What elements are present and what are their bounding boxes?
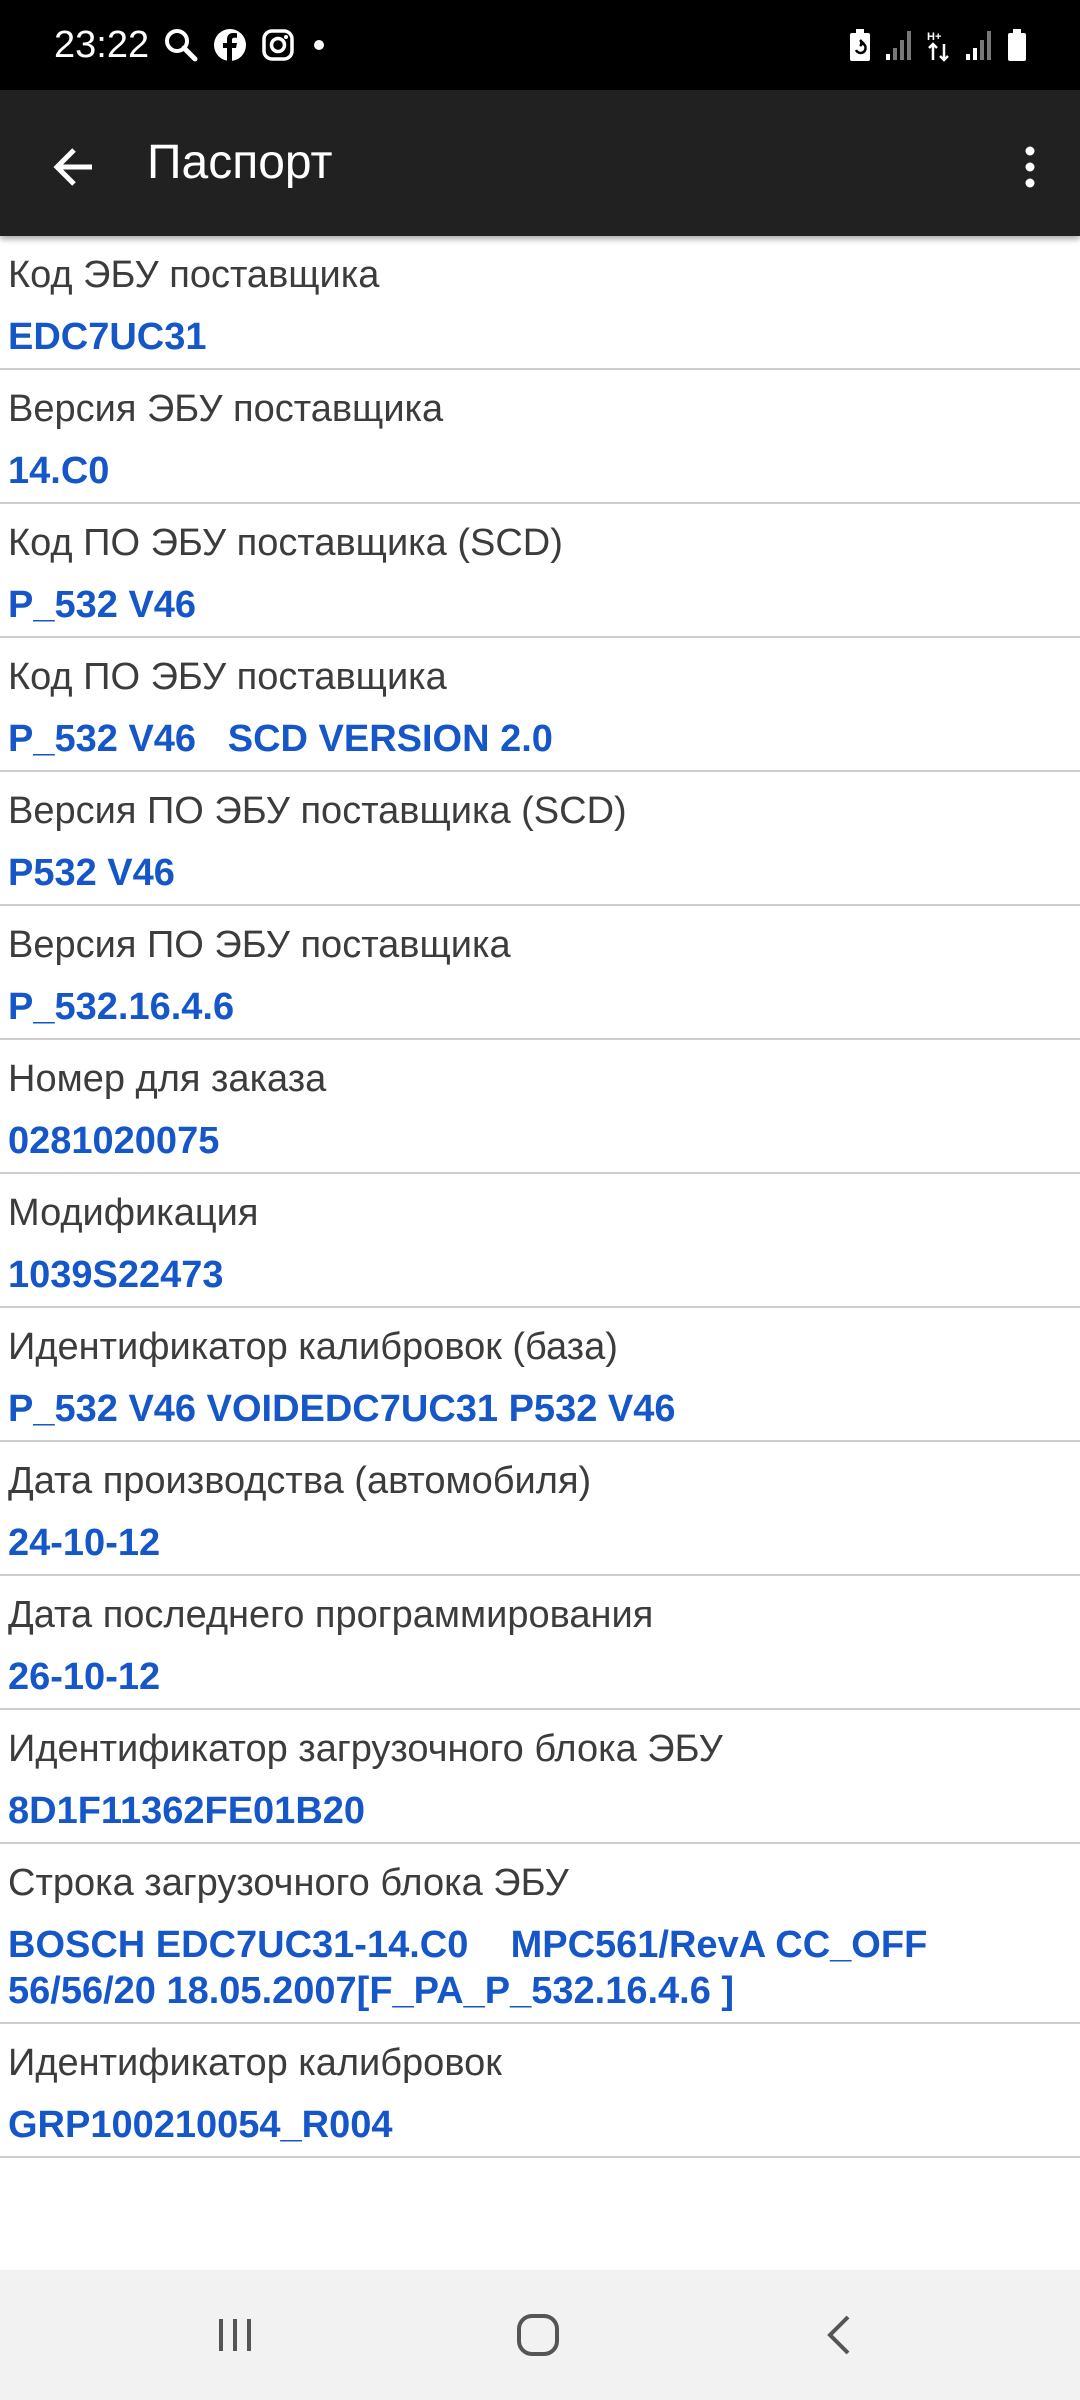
home-button[interactable] xyxy=(488,2290,588,2380)
item-value: 8D1F11362FE01B20 xyxy=(8,1790,366,1832)
more-vertical-icon xyxy=(1025,146,1035,188)
list-item[interactable]: Идентификатор калибровок (база) P_532 V4… xyxy=(0,1308,1080,1442)
list-item[interactable]: Идентификатор загрузочного блока ЭБУ 8D1… xyxy=(0,1710,1080,1844)
item-label: Код ПО ЭБУ поставщика xyxy=(8,656,447,698)
list-item[interactable]: Код ПО ЭБУ поставщика P_532 V46 SCD VERS… xyxy=(0,638,1080,772)
dot-icon xyxy=(314,40,324,50)
list-item[interactable]: Строка загрузочного блока ЭБУ BOSCH EDC7… xyxy=(0,1844,1080,2024)
svg-text:H+: H+ xyxy=(927,31,941,43)
arrow-left-icon xyxy=(53,148,92,186)
item-value: 1039S22473 xyxy=(8,1254,224,1296)
recent-apps-icon xyxy=(219,2319,251,2351)
instagram-icon xyxy=(262,29,294,61)
status-bar: 23:22 H+ xyxy=(0,0,1080,90)
item-label: Код ЭБУ поставщика xyxy=(8,254,380,296)
item-value: P_532 V46 VOIDEDC7UC31 P532 V46 xyxy=(8,1388,676,1430)
search-icon xyxy=(165,29,198,62)
list-item[interactable]: Дата производства (автомобиля) 24-10-12 xyxy=(0,1442,1080,1576)
signal-icon xyxy=(886,31,911,60)
item-label: Версия ПО ЭБУ поставщика xyxy=(8,924,511,966)
item-value: 24-10-12 xyxy=(8,1522,161,1564)
item-label: Строка загрузочного блока ЭБУ xyxy=(8,1862,569,1904)
list-item[interactable]: Номер для заказа 0281020075 xyxy=(0,1040,1080,1174)
item-value: 14.C0 xyxy=(8,450,110,492)
list-item[interactable]: Версия ПО ЭБУ поставщика P_532.16.4.6 xyxy=(0,906,1080,1040)
item-value: GRP100210054_R004 xyxy=(8,2104,393,2146)
page-title: Паспорт xyxy=(147,136,333,189)
facebook-icon xyxy=(214,29,246,62)
item-label: Дата производства (автомобиля) xyxy=(8,1460,592,1502)
item-label: Дата последнего программирования xyxy=(8,1594,654,1636)
list-item[interactable]: Идентификатор калибровок GRP100210054_R0… xyxy=(0,2024,1080,2158)
item-value: EDC7UC31 xyxy=(8,316,207,358)
item-value: P_532 V46 xyxy=(8,584,197,626)
item-label: Код ПО ЭБУ поставщика (SCD) xyxy=(8,522,563,564)
item-value: P_532.16.4.6 xyxy=(8,986,235,1028)
status-time: 23:22 xyxy=(54,24,150,66)
app-bar: Паспорт xyxy=(0,90,1080,236)
list-item[interactable]: Модификация 1039S22473 xyxy=(0,1174,1080,1308)
home-icon xyxy=(517,2314,559,2356)
list-item[interactable]: Версия ЭБУ поставщика 14.C0 xyxy=(0,370,1080,504)
battery-icon xyxy=(1008,29,1026,61)
navigation-bar xyxy=(0,2270,1080,2400)
nav-back-button[interactable] xyxy=(790,2290,890,2380)
recent-apps-button[interactable] xyxy=(185,2290,285,2380)
item-label: Модификация xyxy=(8,1192,259,1234)
item-value: 26-10-12 xyxy=(8,1656,161,1698)
item-label: Номер для заказа xyxy=(8,1058,327,1100)
item-label: Версия ПО ЭБУ поставщика (SCD) xyxy=(8,790,627,832)
overflow-menu-button[interactable] xyxy=(994,123,1066,211)
list-item[interactable]: Код ПО ЭБУ поставщика (SCD) P_532 V46 xyxy=(0,504,1080,638)
back-icon xyxy=(827,2315,850,2355)
list-item[interactable]: Версия ПО ЭБУ поставщика (SCD) P532 V46 xyxy=(0,772,1080,906)
list-item[interactable]: Код ЭБУ поставщика EDC7UC31 xyxy=(0,236,1080,370)
data-arrows-icon: H+ xyxy=(927,31,949,62)
passport-list[interactable]: Код ЭБУ поставщика EDC7UC31 Версия ЭБУ п… xyxy=(0,236,1080,2270)
item-label: Идентификатор калибровок xyxy=(8,2042,502,2084)
item-label: Идентификатор калибровок (база) xyxy=(8,1326,618,1368)
item-value: P532 V46 xyxy=(8,852,175,894)
item-label: Версия ЭБУ поставщика xyxy=(8,388,444,430)
item-value: 0281020075 xyxy=(8,1120,220,1162)
list-item[interactable]: Дата последнего программирования 26-10-1… xyxy=(0,1576,1080,1710)
battery-saver-icon xyxy=(850,29,870,61)
back-button[interactable] xyxy=(30,123,118,211)
signal-icon xyxy=(966,31,991,60)
item-value: P_532 V46 SCD VERSION 2.0 xyxy=(8,718,553,760)
item-label: Идентификатор загрузочного блока ЭБУ xyxy=(8,1728,723,1770)
item-value: BOSCH EDC7UC31-14.C0 MPC561/RevA CC_OFF … xyxy=(8,1924,938,2012)
